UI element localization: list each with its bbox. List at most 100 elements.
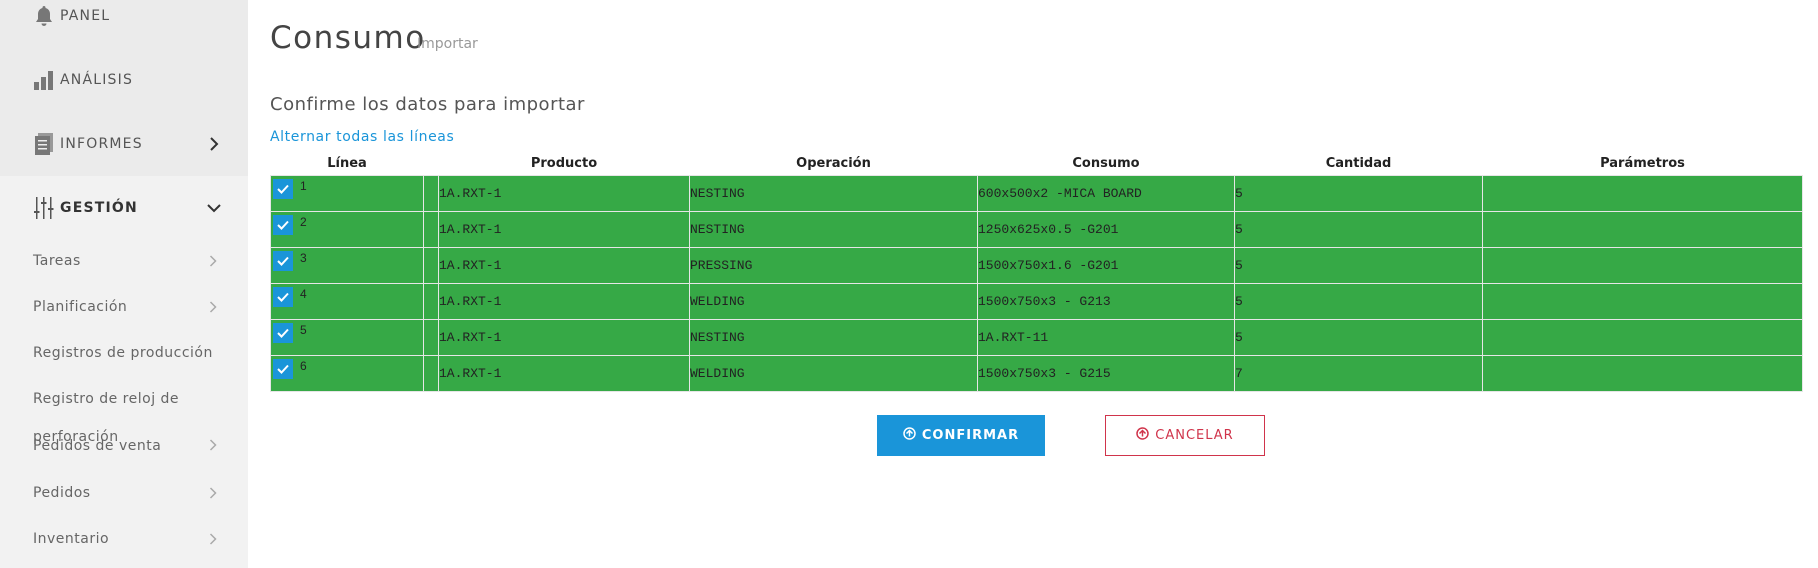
cancel-circle-icon <box>1136 427 1150 444</box>
cell-product: 1A.RXT-1 <box>438 319 690 356</box>
chevron-right-icon <box>207 533 219 545</box>
cell-operation: NESTING <box>689 211 978 248</box>
sidebar-item-planificacion[interactable]: Planificación <box>0 292 248 322</box>
sliders-icon <box>32 196 56 220</box>
sidebar-item-pedidos[interactable]: Pedidos <box>0 478 248 508</box>
report-icon <box>32 132 56 156</box>
table-row[interactable]: 2 1A.RXT-1 NESTING 1250x625x0.5 -G201 5 <box>270 211 1803 248</box>
sidebar-item-registros-produccion[interactable]: Registros de producción <box>0 338 248 368</box>
page-subtitle: Importar <box>417 36 478 52</box>
cell-quantity: 5 <box>1234 247 1483 284</box>
table-row[interactable]: 6 1A.RXT-1 WELDING 1500x750x3 - G215 7 <box>270 355 1803 392</box>
sidebar-item-gestion[interactable]: GESTIÓN <box>0 188 248 228</box>
table-row[interactable]: 3 1A.RXT-1 PRESSING 1500x750x1.6 -G201 5 <box>270 247 1803 284</box>
cell-parameters <box>1482 211 1803 248</box>
table-row[interactable]: 1 1A.RXT-1 NESTING 600x500x2 -MICA BOARD 5 <box>270 175 1803 212</box>
cell-line: 4 <box>270 283 424 320</box>
cell-product: 1A.RXT-1 <box>438 211 690 248</box>
cell-product: 1A.RXT-1 <box>438 283 690 320</box>
sidebar-label: Planificación <box>33 299 128 315</box>
chevron-right-icon <box>207 487 219 499</box>
sidebar-label: PANEL <box>60 8 111 24</box>
chevron-right-icon <box>206 136 222 152</box>
toggle-all-lines-link[interactable]: Alternar todas las líneas <box>270 129 454 145</box>
cell-spacer <box>423 175 439 212</box>
cell-parameters <box>1482 247 1803 284</box>
confirm-button[interactable]: CONFIRMAR <box>877 415 1045 456</box>
cancel-button[interactable]: CANCELAR <box>1105 415 1265 456</box>
checkmark-icon <box>277 364 289 374</box>
sidebar-item-tareas[interactable]: Tareas <box>0 246 248 276</box>
sidebar: PANEL ANÁLISIS INFORMES GESTIÓN Tareas P… <box>0 0 248 568</box>
cell-product: 1A.RXT-1 <box>438 355 690 392</box>
column-header-consumo[interactable]: Consumo <box>977 151 1235 176</box>
checkmark-icon <box>277 292 289 302</box>
table-row[interactable]: 5 1A.RXT-1 NESTING 1A.RXT-11 5 <box>270 319 1803 356</box>
cell-consumption: 1A.RXT-11 <box>977 319 1235 356</box>
cell-operation: WELDING <box>689 283 978 320</box>
cell-operation: NESTING <box>689 175 978 212</box>
row-checkbox[interactable] <box>273 215 293 235</box>
sidebar-label: Pedidos de venta <box>33 438 162 454</box>
line-number: 5 <box>300 323 307 337</box>
checkmark-icon <box>277 328 289 338</box>
row-checkbox[interactable] <box>273 251 293 271</box>
line-number: 4 <box>300 287 307 301</box>
row-checkbox[interactable] <box>273 287 293 307</box>
cell-product: 1A.RXT-1 <box>438 175 690 212</box>
cell-parameters <box>1482 175 1803 212</box>
chevron-right-icon <box>207 255 219 267</box>
sidebar-label: INFORMES <box>60 136 143 152</box>
chevron-right-icon <box>207 439 219 451</box>
sidebar-item-informes[interactable]: INFORMES <box>0 124 248 164</box>
checkmark-icon <box>277 256 289 266</box>
cell-line: 3 <box>270 247 424 284</box>
cell-spacer <box>423 283 439 320</box>
table-header-row: Línea Producto Operación Consumo Cantida… <box>270 151 1803 176</box>
sidebar-item-panel[interactable]: PANEL <box>0 0 248 36</box>
sidebar-item-registro-reloj[interactable]: Registro de reloj de <box>0 384 248 414</box>
section-heading: Confirme los datos para importar <box>270 94 585 115</box>
line-number: 6 <box>300 359 307 373</box>
chevron-right-icon <box>207 301 219 313</box>
page-title: Consumo <box>270 20 426 56</box>
column-header-producto[interactable]: Producto <box>438 151 690 176</box>
sidebar-label: Tareas <box>33 253 81 269</box>
cell-line: 5 <box>270 319 424 356</box>
sidebar-label: Registros de producción <box>33 345 213 361</box>
cell-quantity: 5 <box>1234 175 1483 212</box>
sidebar-label: Registro de reloj de <box>33 391 180 407</box>
sidebar-label: Pedidos <box>33 485 91 501</box>
column-header-parametros[interactable]: Parámetros <box>1482 151 1803 176</box>
checkmark-icon <box>277 184 289 194</box>
row-checkbox[interactable] <box>273 359 293 379</box>
cell-operation: WELDING <box>689 355 978 392</box>
cell-consumption: 1500x750x3 - G215 <box>977 355 1235 392</box>
table-row[interactable]: 4 1A.RXT-1 WELDING 1500x750x3 - G213 5 <box>270 283 1803 320</box>
cell-product: 1A.RXT-1 <box>438 247 690 284</box>
cell-line: 1 <box>270 175 424 212</box>
cancel-label: CANCELAR <box>1155 428 1234 443</box>
row-checkbox[interactable] <box>273 323 293 343</box>
column-header-cantidad[interactable]: Cantidad <box>1234 151 1483 176</box>
column-header-linea[interactable]: Línea <box>270 151 424 176</box>
sidebar-item-pedidos-venta[interactable]: perforación Pedidos de venta <box>0 429 248 460</box>
sidebar-item-inventario[interactable]: Inventario <box>0 524 248 554</box>
cell-line: 6 <box>270 355 424 392</box>
cell-quantity: 5 <box>1234 211 1483 248</box>
row-checkbox[interactable] <box>273 179 293 199</box>
sidebar-label: ANÁLISIS <box>60 72 134 88</box>
cell-operation: PRESSING <box>689 247 978 284</box>
cell-spacer <box>423 211 439 248</box>
cell-parameters <box>1482 283 1803 320</box>
line-number: 1 <box>300 179 307 193</box>
bar-chart-icon <box>32 68 56 92</box>
sidebar-item-analisis[interactable]: ANÁLISIS <box>0 60 248 100</box>
cell-quantity: 7 <box>1234 355 1483 392</box>
bell-icon <box>32 4 56 28</box>
column-header-spacer <box>423 151 439 176</box>
sidebar-label: Inventario <box>33 531 110 547</box>
cell-operation: NESTING <box>689 319 978 356</box>
cell-consumption: 1500x750x3 - G213 <box>977 283 1235 320</box>
column-header-operacion[interactable]: Operación <box>689 151 978 176</box>
